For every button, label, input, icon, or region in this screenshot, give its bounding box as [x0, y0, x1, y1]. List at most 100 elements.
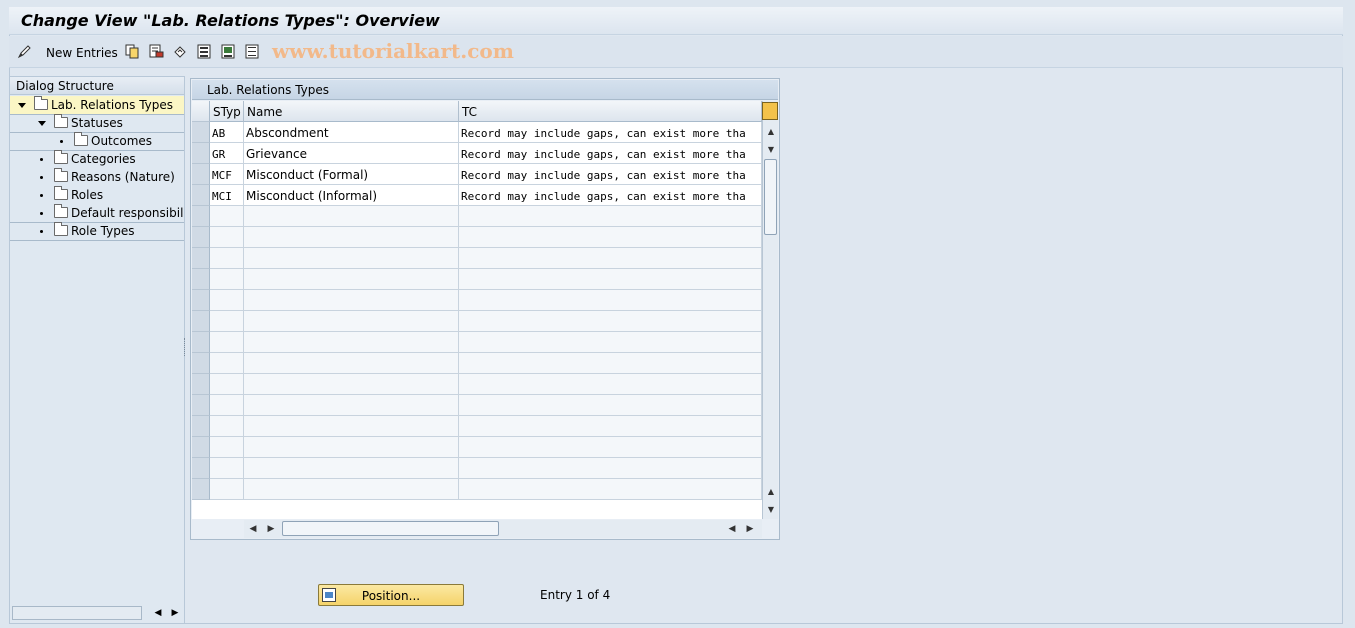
- empty-cell[interactable]: [210, 269, 244, 290]
- row-selector[interactable]: [192, 479, 210, 500]
- row-selector[interactable]: [192, 311, 210, 332]
- row-selector[interactable]: [192, 248, 210, 269]
- empty-cell[interactable]: [459, 206, 762, 227]
- empty-cell[interactable]: [210, 416, 244, 437]
- scroll-right-icon[interactable]: ▶: [744, 522, 756, 536]
- empty-cell[interactable]: [244, 479, 459, 500]
- empty-cell[interactable]: [244, 206, 459, 227]
- empty-cell[interactable]: [210, 311, 244, 332]
- undo-icon[interactable]: [173, 44, 188, 59]
- empty-cell[interactable]: [210, 437, 244, 458]
- row-selector[interactable]: [192, 290, 210, 311]
- column-header-tc[interactable]: TC: [459, 101, 762, 122]
- tree-item-outcomes[interactable]: Outcomes: [10, 132, 184, 150]
- empty-cell[interactable]: [210, 227, 244, 248]
- scroll-up-icon[interactable]: ▲: [766, 487, 776, 497]
- tree-item-default-responsibilities[interactable]: Default responsibilitie: [10, 204, 184, 222]
- new-entries-button[interactable]: New Entries: [46, 46, 118, 60]
- scroll-right-icon[interactable]: ▶: [169, 607, 181, 619]
- empty-cell[interactable]: [459, 332, 762, 353]
- row-selector[interactable]: [192, 269, 210, 290]
- copy-icon[interactable]: [125, 44, 140, 59]
- empty-cell[interactable]: [244, 227, 459, 248]
- tree-item-categories[interactable]: Categories: [10, 150, 184, 168]
- empty-cell[interactable]: [244, 269, 459, 290]
- empty-cell[interactable]: [210, 395, 244, 416]
- cell-styp[interactable]: AB: [210, 122, 244, 143]
- scroll-left-icon[interactable]: ◀: [726, 522, 738, 536]
- delete-icon[interactable]: [149, 44, 164, 59]
- cell-tc[interactable]: Record may include gaps, can exist more …: [459, 185, 762, 206]
- cell-tc[interactable]: Record may include gaps, can exist more …: [459, 143, 762, 164]
- empty-cell[interactable]: [244, 311, 459, 332]
- empty-cell[interactable]: [459, 479, 762, 500]
- cell-tc[interactable]: Record may include gaps, can exist more …: [459, 122, 762, 143]
- scroll-left-icon[interactable]: ◀: [152, 607, 164, 619]
- empty-cell[interactable]: [244, 437, 459, 458]
- empty-cell[interactable]: [244, 374, 459, 395]
- scroll-thumb[interactable]: [282, 521, 499, 536]
- empty-cell[interactable]: [459, 395, 762, 416]
- scroll-right-icon[interactable]: ▶: [265, 522, 277, 536]
- empty-cell[interactable]: [244, 290, 459, 311]
- select-block-icon[interactable]: [221, 44, 236, 59]
- empty-cell[interactable]: [459, 437, 762, 458]
- row-selector[interactable]: [192, 164, 210, 185]
- row-selector[interactable]: [192, 332, 210, 353]
- row-selector[interactable]: [192, 458, 210, 479]
- scroll-thumb[interactable]: [764, 159, 777, 235]
- empty-cell[interactable]: [244, 332, 459, 353]
- empty-cell[interactable]: [459, 248, 762, 269]
- tree-item-roles[interactable]: Roles: [10, 186, 184, 204]
- row-selector[interactable]: [192, 227, 210, 248]
- cell-tc[interactable]: Record may include gaps, can exist more …: [459, 164, 762, 185]
- empty-cell[interactable]: [459, 458, 762, 479]
- empty-cell[interactable]: [244, 353, 459, 374]
- row-selector[interactable]: [192, 395, 210, 416]
- cell-styp[interactable]: GR: [210, 143, 244, 164]
- select-all-cell[interactable]: [192, 101, 210, 122]
- empty-cell[interactable]: [210, 374, 244, 395]
- column-header-name[interactable]: Name: [244, 101, 459, 122]
- empty-cell[interactable]: [459, 374, 762, 395]
- tree-horizontal-scrollbar[interactable]: [12, 606, 142, 620]
- row-selector[interactable]: [192, 416, 210, 437]
- empty-cell[interactable]: [210, 353, 244, 374]
- tree-item-lab-relations-types[interactable]: Lab. Relations Types: [10, 96, 184, 114]
- row-selector[interactable]: [192, 185, 210, 206]
- tree-item-statuses[interactable]: Statuses: [10, 114, 184, 132]
- empty-cell[interactable]: [459, 416, 762, 437]
- empty-cell[interactable]: [459, 353, 762, 374]
- empty-cell[interactable]: [244, 395, 459, 416]
- scroll-down-icon[interactable]: ▼: [766, 505, 776, 515]
- expand-icon[interactable]: [18, 103, 26, 108]
- empty-cell[interactable]: [210, 206, 244, 227]
- empty-cell[interactable]: [459, 269, 762, 290]
- expand-icon[interactable]: [38, 121, 46, 126]
- empty-cell[interactable]: [459, 290, 762, 311]
- empty-cell[interactable]: [210, 248, 244, 269]
- cell-name[interactable]: Misconduct (Formal): [244, 164, 459, 185]
- row-selector[interactable]: [192, 143, 210, 164]
- table-settings-icon[interactable]: [762, 102, 778, 120]
- cell-styp[interactable]: MCF: [210, 164, 244, 185]
- scroll-up-icon[interactable]: ▲: [766, 127, 776, 137]
- row-selector[interactable]: [192, 206, 210, 227]
- cell-name[interactable]: Grievance: [244, 143, 459, 164]
- cell-name[interactable]: Abscondment: [244, 122, 459, 143]
- scroll-left-icon[interactable]: ◀: [247, 522, 259, 536]
- column-header-styp[interactable]: STyp: [210, 101, 244, 122]
- cell-styp[interactable]: MCI: [210, 185, 244, 206]
- empty-cell[interactable]: [459, 311, 762, 332]
- position-button[interactable]: Position...: [318, 584, 464, 606]
- empty-cell[interactable]: [459, 227, 762, 248]
- row-selector[interactable]: [192, 374, 210, 395]
- row-selector[interactable]: [192, 353, 210, 374]
- empty-cell[interactable]: [244, 248, 459, 269]
- empty-cell[interactable]: [210, 458, 244, 479]
- empty-cell[interactable]: [210, 479, 244, 500]
- empty-cell[interactable]: [244, 458, 459, 479]
- empty-cell[interactable]: [244, 416, 459, 437]
- scroll-down-icon[interactable]: ▼: [766, 145, 776, 155]
- table-vertical-scrollbar[interactable]: ▲ ▼ ▲ ▼: [762, 101, 778, 519]
